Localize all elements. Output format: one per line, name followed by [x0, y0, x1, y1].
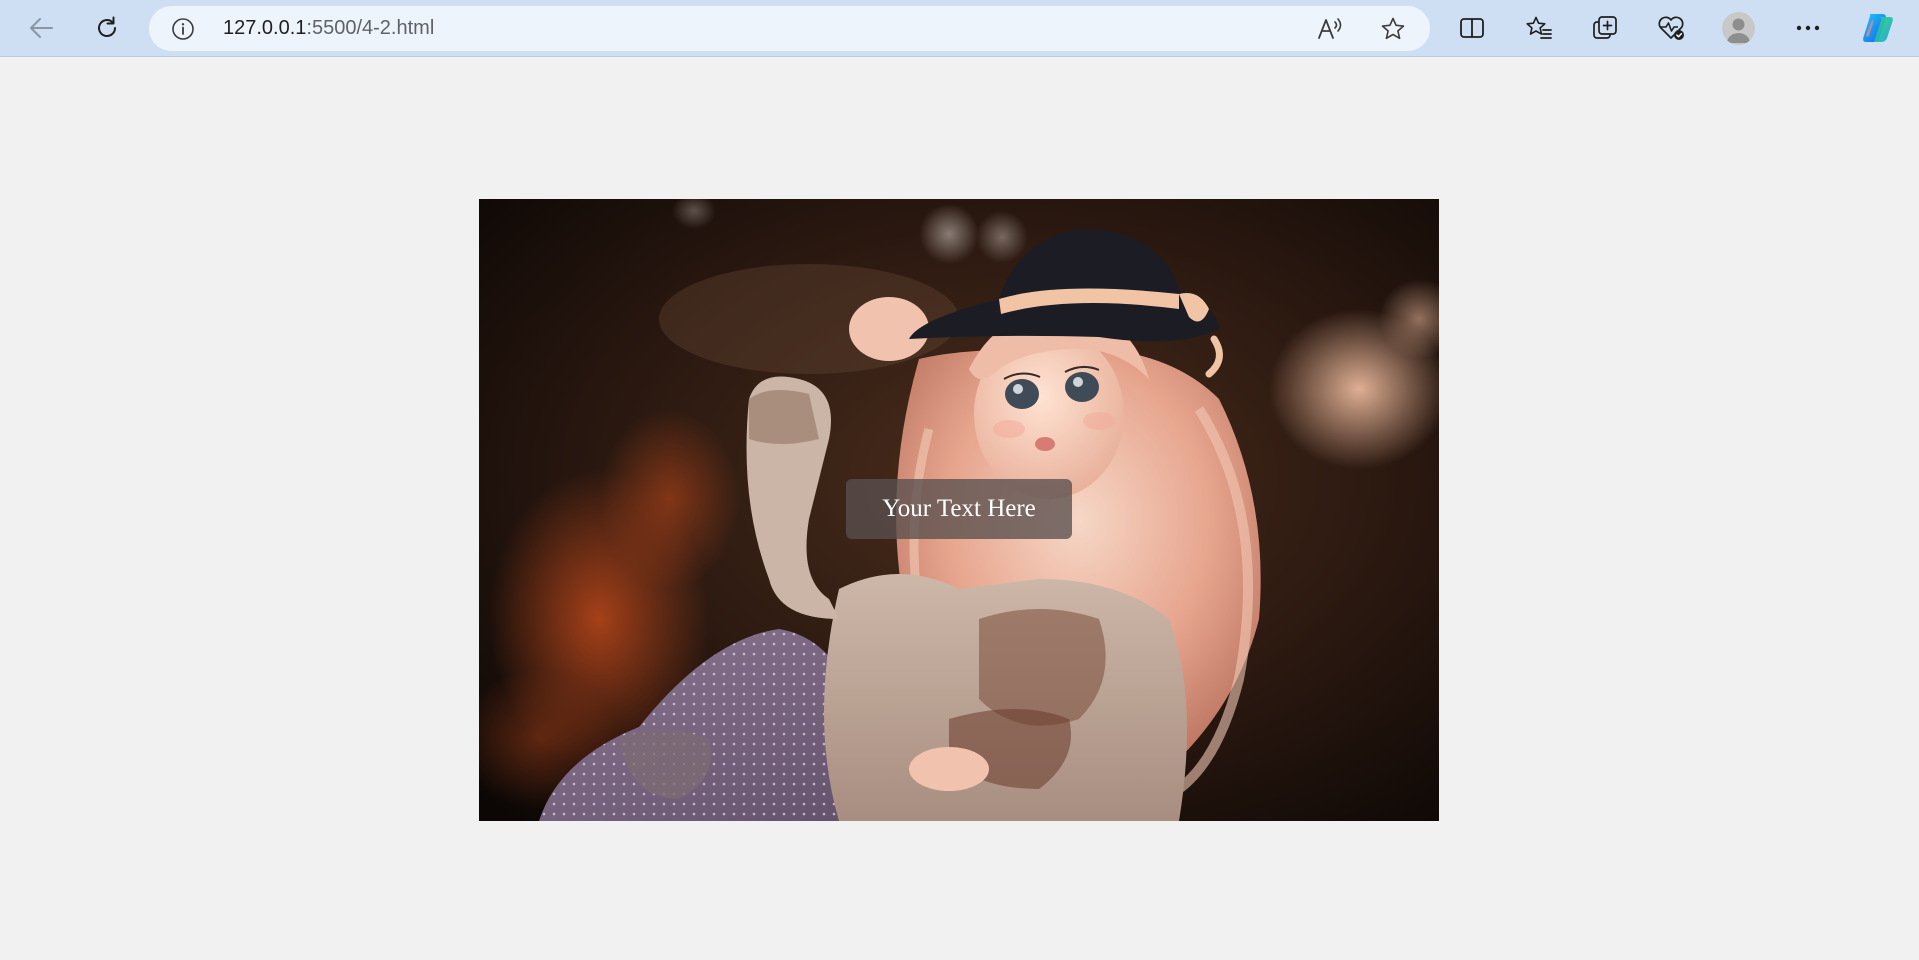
browser-toolbar: 127.0.0.1:5500/4-2.html	[0, 0, 1919, 57]
copilot-icon[interactable]	[1858, 8, 1898, 48]
read-aloud-icon[interactable]	[1316, 15, 1344, 43]
url-path: :5500/4-2.html	[306, 17, 435, 39]
reload-icon[interactable]	[87, 8, 127, 48]
profile-avatar-icon[interactable]	[1722, 12, 1755, 45]
overlay-caption: Your Text Here	[846, 479, 1072, 539]
url-text[interactable]: 127.0.0.1:5500/4-2.html	[223, 6, 434, 51]
favorites-list-icon[interactable]	[1519, 8, 1559, 48]
info-icon[interactable]	[171, 17, 195, 41]
star-icon[interactable]	[1379, 15, 1407, 43]
address-bar[interactable]: 127.0.0.1:5500/4-2.html	[149, 6, 1430, 51]
back-arrow-icon[interactable]	[21, 8, 61, 48]
collections-icon[interactable]	[1585, 8, 1625, 48]
url-host: 127.0.0.1	[223, 17, 307, 39]
heart-pulse-icon[interactable]	[1651, 8, 1691, 48]
more-options-icon[interactable]	[1788, 8, 1828, 48]
split-screen-icon[interactable]	[1452, 8, 1492, 48]
